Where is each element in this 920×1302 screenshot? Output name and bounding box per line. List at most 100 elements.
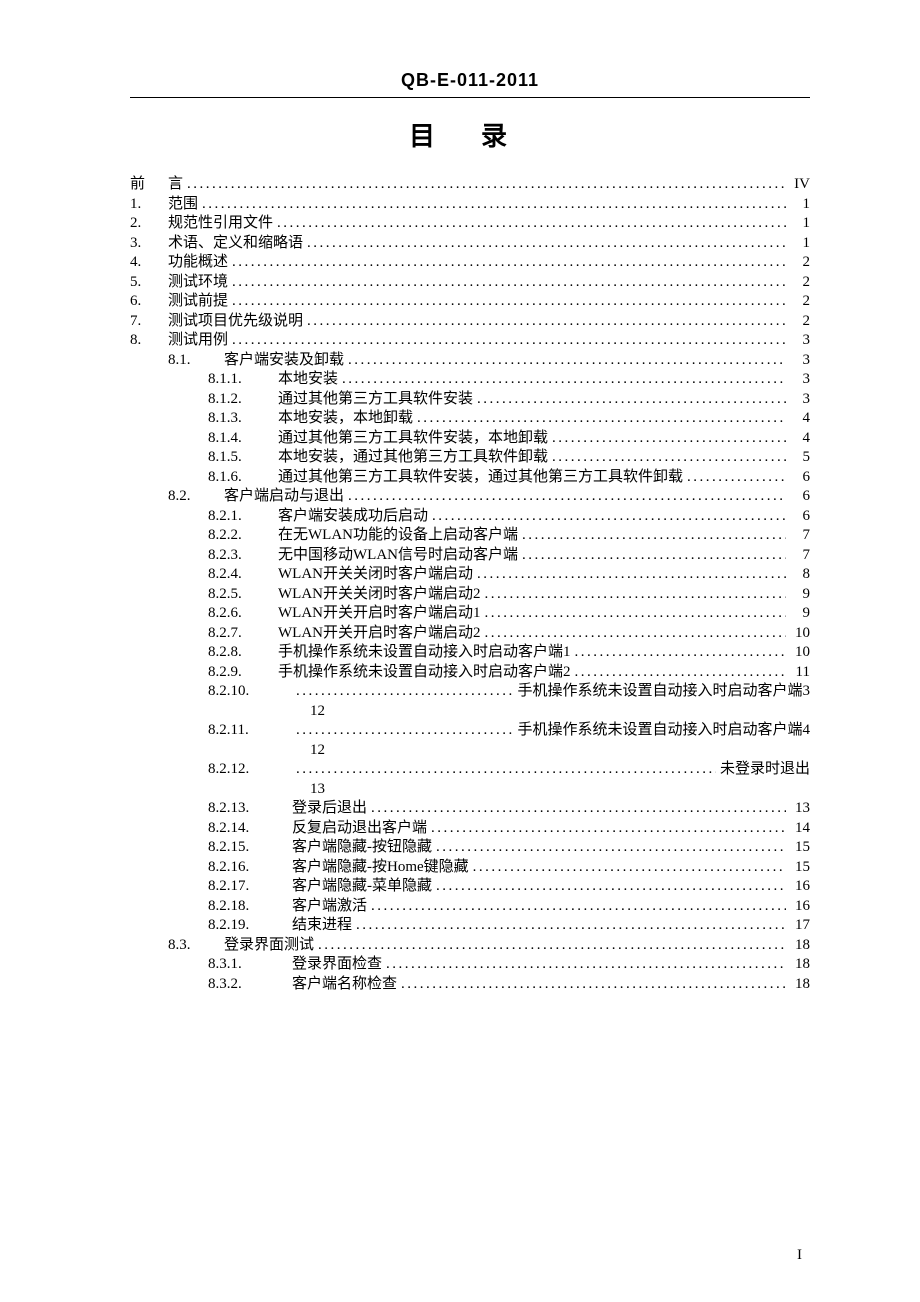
toc-entry-page: 15 [790, 840, 810, 855]
toc-entry-page: 1 [790, 216, 810, 231]
toc-entry-page: 7 [790, 548, 810, 563]
toc-entry: 4.功能概述2 [130, 255, 810, 270]
toc-entry-number: 8.2.2. [208, 528, 278, 543]
toc-entry-page: 14 [790, 821, 810, 836]
toc-entry-title: WLAN开关开启时客户端启动2 [278, 626, 481, 641]
toc-entry-page: 16 [790, 879, 810, 894]
toc-entry-number: 8.1.2. [208, 392, 278, 407]
toc-leaders [348, 489, 786, 504]
toc-entry-page-line: 13 [310, 782, 810, 797]
toc-entry: 8.2.客户端启动与退出6 [130, 489, 810, 504]
page-number: I [797, 1247, 802, 1264]
toc-entry: 8.2.12.未登录时退出 [130, 762, 810, 777]
toc-entry: 8.2.19.结束进程17 [130, 918, 810, 933]
toc-entry-title: 手机操作系统未设置自动接入时启动客户端3 [517, 684, 810, 699]
toc-entry-number: 8.2.13. [208, 801, 292, 816]
toc-entry-number: 8.1.1. [208, 372, 278, 387]
toc-entry-title: 通过其他第三方工具软件安装，本地卸载 [278, 431, 548, 446]
toc-entry-title: 手机操作系统未设置自动接入时启动客户端4 [517, 723, 810, 738]
toc-entry-number: 2. [130, 216, 168, 231]
toc-entry-number: 8.2. [168, 489, 224, 504]
toc-entry-page: 2 [790, 255, 810, 270]
toc-entry-number: 4. [130, 255, 168, 270]
toc-entry-number: 8. [130, 333, 168, 348]
toc-leaders [436, 840, 786, 855]
toc-entry-page: 12 [310, 743, 325, 758]
toc-leaders [522, 528, 786, 543]
toc-leaders [401, 977, 786, 992]
toc-entry: 8.2.11.手机操作系统未设置自动接入时启动客户端4 [130, 723, 810, 738]
toc-entry-title: 客户端名称检查 [292, 977, 397, 992]
toc-entry-page: 10 [790, 626, 810, 641]
toc-entry-page: 17 [790, 918, 810, 933]
toc-entry-title: 客户端安装及卸载 [224, 353, 344, 368]
toc-entry-title: 客户端隐藏-按钮隐藏 [292, 840, 432, 855]
toc-entry-title: 结束进程 [292, 918, 352, 933]
toc-entry: 6.测试前提2 [130, 294, 810, 309]
toc-leaders [687, 470, 786, 485]
toc-leaders [187, 177, 786, 192]
toc-entry-title: 登录后退出 [292, 801, 367, 816]
toc-entry-page: 7 [790, 528, 810, 543]
toc-entry-number: 5. [130, 275, 168, 290]
document-header: QB-E-011-2011 [130, 70, 810, 98]
toc-entry-title: 言 [168, 177, 183, 192]
toc-entry-title: 测试用例 [168, 333, 228, 348]
toc-entry-page: 3 [790, 392, 810, 407]
toc-entry-title: 在无WLAN功能的设备上启动客户端 [278, 528, 518, 543]
toc-entry-title: 测试环境 [168, 275, 228, 290]
toc-entry-number: 8.3. [168, 938, 224, 953]
toc-leaders [552, 431, 786, 446]
toc-entry-page: 9 [790, 587, 810, 602]
toc-entry-title: 通过其他第三方工具软件安装，通过其他第三方工具软件卸载 [278, 470, 683, 485]
toc-entry: 8.2.14.反复启动退出客户端14 [130, 821, 810, 836]
toc-leaders [431, 821, 786, 836]
toc-entry: 7.测试项目优先级说明2 [130, 314, 810, 329]
toc-entry-title: 登录界面测试 [224, 938, 314, 953]
toc-entry-title: 规范性引用文件 [168, 216, 273, 231]
document-page: QB-E-011-2011 目录 前言IV1.范围12.规范性引用文件13.术语… [0, 0, 920, 1302]
toc-entry-page: 1 [790, 236, 810, 251]
toc-entry-number: 1. [130, 197, 168, 212]
toc-entry-number: 8.2.5. [208, 587, 278, 602]
toc-entry-number: 前 [130, 177, 168, 192]
toc-entry-title: WLAN开关关闭时客户端启动 [278, 567, 473, 582]
toc-entry-number: 8.2.14. [208, 821, 292, 836]
toc-entry: 8.2.17.客户端隐藏-菜单隐藏16 [130, 879, 810, 894]
toc-leaders [296, 762, 716, 777]
toc-entry-number: 8.1.4. [208, 431, 278, 446]
toc-entry-page: 15 [790, 860, 810, 875]
toc-leaders [371, 899, 786, 914]
toc-entry-page: 18 [790, 977, 810, 992]
toc-entry-title: 测试前提 [168, 294, 228, 309]
toc-entry-number: 8.2.18. [208, 899, 292, 914]
toc-entry-number: 8.1.5. [208, 450, 278, 465]
toc-entry-number: 6. [130, 294, 168, 309]
toc-entry-page: 3 [790, 353, 810, 368]
toc-entry: 1.范围1 [130, 197, 810, 212]
toc-entry: 8.2.15.客户端隐藏-按钮隐藏 15 [130, 840, 810, 855]
toc-entry: 3.术语、定义和缩略语1 [130, 236, 810, 251]
toc-entry-title: 客户端启动与退出 [224, 489, 344, 504]
toc-entry: 8.2.16.客户端隐藏-按Home键隐藏15 [130, 860, 810, 875]
toc-entry-title: 术语、定义和缩略语 [168, 236, 303, 251]
toc-leaders [477, 392, 786, 407]
toc-leaders [348, 353, 786, 368]
toc-leaders [232, 333, 786, 348]
toc-entry-title: 客户端安装成功后启动 [278, 509, 428, 524]
toc-entry-number: 8.1.3. [208, 411, 278, 426]
toc-entry: 8.2.6.WLAN开关开启时客户端启动19 [130, 606, 810, 621]
toc-entry-page: 1 [790, 197, 810, 212]
toc-entry: 8.2.3.无中国移动WLAN信号时启动客户端7 [130, 548, 810, 563]
toc-entry-page-line: 12 [310, 704, 810, 719]
toc-entry: 8.1.4.通过其他第三方工具软件安装，本地卸载4 [130, 431, 810, 446]
toc-entry-page: 9 [790, 606, 810, 621]
toc-entry-number: 8.2.7. [208, 626, 278, 641]
toc-entry-page: 2 [790, 275, 810, 290]
toc-entry-number: 8.2.4. [208, 567, 278, 582]
toc-leaders [522, 548, 786, 563]
toc-entry-page: 6 [790, 470, 810, 485]
toc-entry-title: 客户端隐藏-按Home键隐藏 [292, 860, 469, 875]
toc-entry-number: 8.2.15. [208, 840, 292, 855]
toc-entry-number: 7. [130, 314, 168, 329]
